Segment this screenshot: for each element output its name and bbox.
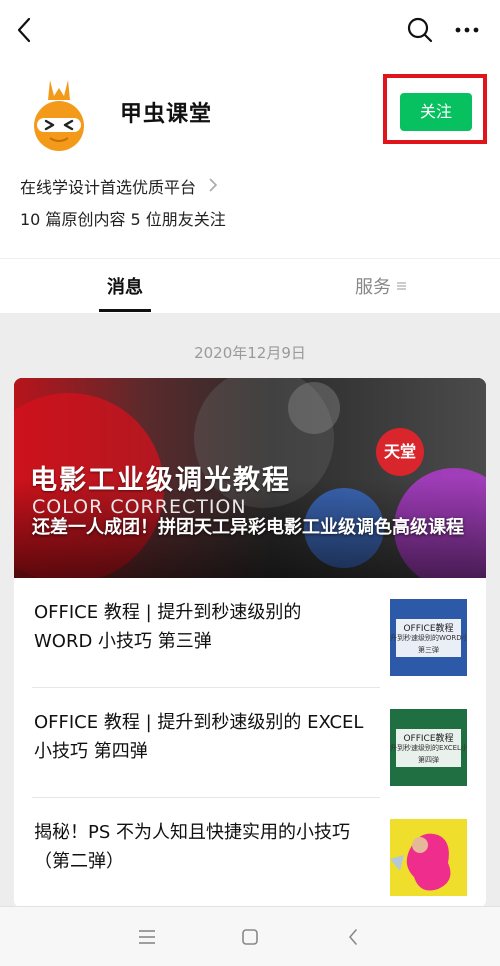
article-title: OFFICE 教程 | 提升到秒速级别的 EXCEL 小技巧 第四弹 [34, 712, 364, 762]
thumbnail-text: 升到秒速级别的WORD小技 [390, 634, 467, 642]
article-item[interactable]: OFFICE 教程 | 提升到秒速级别的 WORD 小技巧 第三弹 OFFICE… [14, 578, 486, 688]
chevron-left-icon [17, 17, 31, 43]
thumbnail-text: 第四弹 [418, 756, 439, 764]
tab-services[interactable]: 服务 [355, 273, 391, 299]
nav-back-icon[interactable] [347, 927, 359, 947]
article-title: 揭秘！PS 不为人知且快捷实用的小技巧（第二弹） [34, 822, 351, 872]
thumbnail-image [390, 819, 467, 896]
menu-icon[interactable] [138, 929, 156, 945]
top-bar [0, 0, 500, 60]
system-navigation-bar [0, 906, 500, 966]
account-name: 甲虫课堂 [120, 102, 213, 127]
search-icon [407, 17, 433, 43]
banner-caption: 还差一人成团！拼团天工异彩电影工业级调色高级课程 [32, 517, 464, 538]
account-description[interactable]: 在线学设计首选优质平台 [20, 174, 196, 198]
home-square-icon[interactable] [241, 928, 259, 946]
chevron-right-icon [209, 178, 218, 192]
article-thumbnail: OFFICE教程 升到秒速级别的EXCEL小技 第四弹 [390, 709, 467, 786]
featured-article-banner[interactable]: 天堂 电影工业级调光教程 COLOR CORRECTION 还差一人成团！拼团天… [14, 378, 486, 578]
account-stats[interactable]: 10 篇原创内容 5 位朋友关注 [20, 206, 226, 230]
follow-button[interactable]: 关注 [400, 93, 472, 131]
article-item[interactable]: 揭秘！PS 不为人知且快捷实用的小技巧（第二弹） [14, 798, 486, 908]
beetle-logo-icon [34, 80, 84, 151]
more-horizontal-icon [455, 27, 479, 33]
tab-active-indicator [99, 309, 151, 312]
account-profile: 甲虫课堂 关注 在线学设计首选优质平台 10 篇原创内容 5 位朋友关注 [0, 60, 500, 258]
back-button[interactable] [10, 12, 40, 48]
thumbnail-text: 升到秒速级别的EXCEL小技 [390, 744, 467, 752]
thumbnail-text: 第三弹 [418, 646, 439, 654]
menu-lines-icon [397, 282, 406, 290]
article-item[interactable]: OFFICE 教程 | 提升到秒速级别的 EXCEL 小技巧 第四弹 OFFIC… [14, 688, 486, 798]
article-thumbnail [390, 819, 467, 896]
account-avatar[interactable] [28, 74, 90, 154]
banner-logo-seal: 天堂 [376, 428, 424, 476]
more-button[interactable] [450, 14, 484, 46]
tab-bar: 消息 服务 [0, 258, 500, 313]
article-card: 天堂 电影工业级调光教程 COLOR CORRECTION 还差一人成团！拼团天… [14, 378, 486, 908]
banner-title: 电影工业级调光教程 [30, 465, 291, 496]
article-thumbnail: OFFICE教程 升到秒速级别的WORD小技 第三弹 [390, 599, 467, 676]
feed-date: 2020年12月9日 [194, 344, 306, 362]
article-title: OFFICE 教程 | 提升到秒速级别的 WORD 小技巧 第三弹 [34, 602, 302, 652]
tab-messages[interactable]: 消息 [100, 273, 150, 313]
search-button[interactable] [404, 14, 436, 46]
